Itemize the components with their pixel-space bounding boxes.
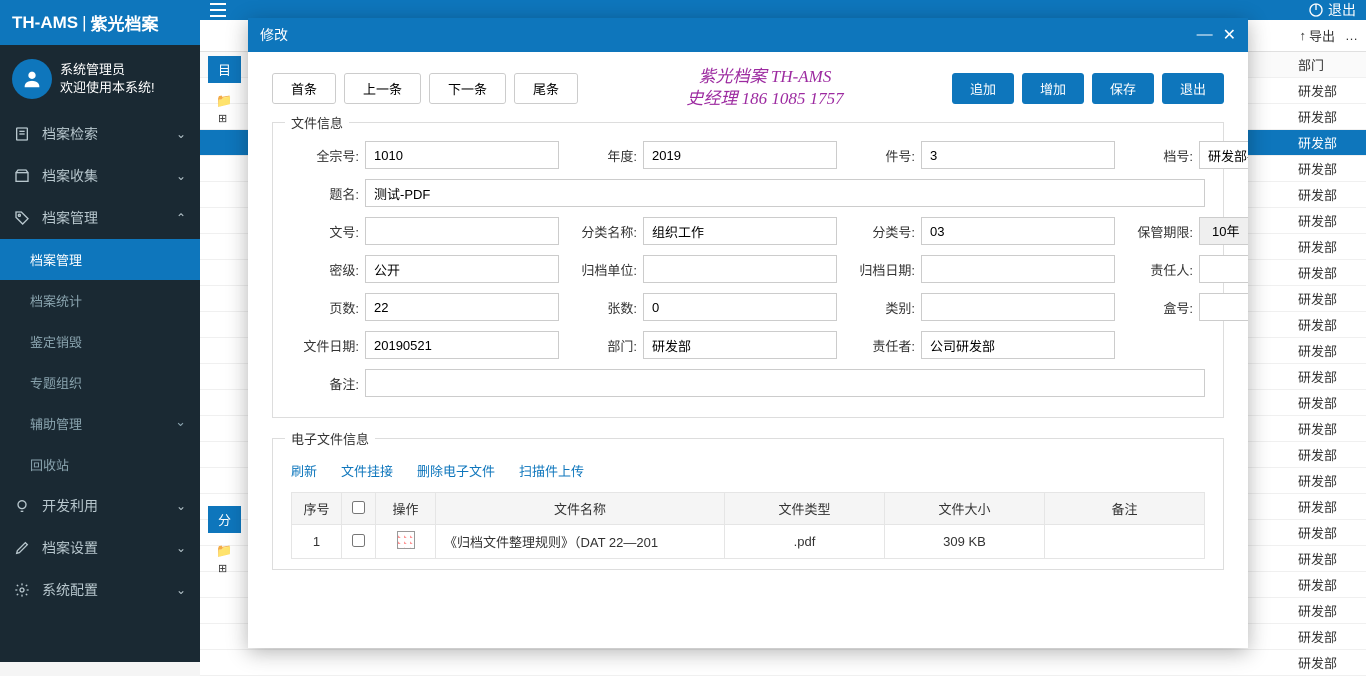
export-button[interactable]: ↑ 导出	[1299, 26, 1335, 45]
bm-field[interactable]	[643, 331, 837, 359]
refresh-link[interactable]: 刷新	[291, 461, 317, 480]
bz-field[interactable]	[365, 369, 1205, 397]
tag-icon	[14, 210, 32, 226]
topbar-logout[interactable]: 退出	[1308, 0, 1356, 20]
flmc-field[interactable]	[643, 217, 837, 245]
modal-title: 修改	[260, 25, 1187, 45]
dh-field[interactable]	[1199, 141, 1248, 169]
table-row[interactable]: 研发部	[200, 650, 1366, 676]
avatar	[12, 59, 52, 99]
col-header-dept: 部门	[1298, 55, 1358, 74]
nav-tag[interactable]: 档案管理⌃	[0, 197, 200, 239]
nav-sub-item[interactable]: 辅助管理⌄	[0, 403, 200, 444]
nav-sub-item[interactable]: 档案管理	[0, 239, 200, 280]
chevron-down-icon: ⌄	[176, 499, 186, 513]
efile-table: 序号 操作 文件名称 文件类型 文件大小 备注 1 《归档文件整理规则》（DAT…	[291, 492, 1205, 559]
nav-sub-item[interactable]: 档案统计	[0, 280, 200, 321]
chevron-down-icon: ⌄	[176, 127, 186, 141]
nd-field[interactable]	[643, 141, 837, 169]
modal-header: 修改 — ✕	[248, 18, 1248, 52]
tree-folder[interactable]: 📁	[210, 90, 242, 112]
nav-sub-item[interactable]: 专题组织	[0, 362, 200, 403]
user-name: 系统管理员	[60, 61, 155, 79]
wjrq-field[interactable]	[365, 331, 559, 359]
nav-pencil[interactable]: 档案设置⌄	[0, 527, 200, 569]
flh-field[interactable]	[921, 217, 1115, 245]
chevron-down-icon: ⌄	[176, 169, 186, 183]
nav-sub-item[interactable]: 回收站	[0, 444, 200, 485]
chevron-down-icon: ⌄	[176, 583, 186, 597]
file-info-section: 文件信息 全宗号: 年度: 件号: 档号: 题名: 文号: 分类名称: 分类号:…	[272, 122, 1224, 418]
menu-toggle-icon[interactable]	[210, 3, 226, 17]
save-button[interactable]: 保存	[1092, 73, 1154, 104]
gddw-field[interactable]	[643, 255, 837, 283]
mj-field[interactable]	[365, 255, 559, 283]
file-icon[interactable]	[397, 531, 415, 549]
first-record-button[interactable]: 首条	[272, 73, 336, 104]
logo-name: 紫光档案	[91, 10, 159, 35]
hh-field[interactable]	[1199, 293, 1248, 321]
delete-efile-link[interactable]: 删除电子文件	[417, 461, 495, 480]
nav-sub-item[interactable]: 鉴定销毁	[0, 321, 200, 362]
nav-bulb[interactable]: 开发利用⌄	[0, 485, 200, 527]
zrz-field[interactable]	[921, 331, 1115, 359]
gear-icon	[14, 582, 32, 598]
efile-section: 电子文件信息 刷新 文件挂接 删除电子文件 扫描件上传 序号 操作 文件名称 文…	[272, 438, 1224, 570]
ys-field[interactable]	[365, 293, 559, 321]
next-record-button[interactable]: 下一条	[429, 73, 506, 104]
user-block: 系统管理员 欢迎使用本系统!	[0, 45, 200, 113]
sidebar: TH-AMS | 紫光档案 系统管理员 欢迎使用本系统! 档案检索⌄档案收集⌄档…	[0, 0, 200, 662]
nav-gear[interactable]: 系统配置⌄	[0, 569, 200, 611]
more-button[interactable]: …	[1345, 28, 1358, 43]
exit-button[interactable]: 退出	[1162, 73, 1224, 104]
tab-group[interactable]: 分	[208, 506, 241, 533]
edit-modal: 修改 — ✕ 首条 上一条 下一条 尾条 紫光档案 TH-AMS 史经理 186…	[248, 18, 1248, 648]
tree-expand-icon-2[interactable]: ⊞	[218, 562, 227, 575]
minimize-icon[interactable]: —	[1197, 26, 1213, 44]
append-button[interactable]: 追加	[952, 73, 1014, 104]
last-record-button[interactable]: 尾条	[514, 73, 578, 104]
zs-field[interactable]	[643, 293, 837, 321]
chevron-up-icon: ⌃	[176, 211, 186, 225]
logo-sep: |	[82, 13, 86, 33]
section1-legend: 文件信息	[285, 113, 349, 132]
bulb-icon	[14, 498, 32, 514]
chevron-down-icon: ⌄	[176, 541, 186, 555]
qzh-field[interactable]	[365, 141, 559, 169]
zrr-field[interactable]	[1199, 255, 1248, 283]
wh-field[interactable]	[365, 217, 559, 245]
gdrq-field[interactable]	[921, 255, 1115, 283]
jh-field[interactable]	[921, 141, 1115, 169]
user-welcome: 欢迎使用本系统!	[60, 79, 155, 97]
section2-legend: 电子文件信息	[285, 429, 375, 448]
select-all-checkbox[interactable]	[352, 501, 365, 514]
bgqx-field[interactable]: 10年	[1199, 217, 1248, 245]
topbar: 退出	[200, 0, 1366, 20]
scan-upload-link[interactable]: 扫描件上传	[519, 461, 584, 480]
tree-expand-icon[interactable]: ⊞	[218, 112, 227, 125]
nav-file-search[interactable]: 档案检索⌄	[0, 113, 200, 155]
prev-record-button[interactable]: 上一条	[344, 73, 421, 104]
efile-row[interactable]: 1 《归档文件整理规则》（DAT 22—201 .pdf 309 KB	[292, 525, 1205, 559]
box-icon	[14, 168, 32, 184]
lb-field[interactable]	[921, 293, 1115, 321]
add-button[interactable]: 增加	[1022, 73, 1084, 104]
nav-box[interactable]: 档案收集⌄	[0, 155, 200, 197]
file-search-icon	[14, 126, 32, 142]
logo-brand: TH-AMS	[12, 13, 78, 33]
pencil-icon	[14, 540, 32, 556]
row-checkbox[interactable]	[352, 534, 365, 547]
attach-link[interactable]: 文件挂接	[341, 461, 393, 480]
brand-text: 紫光档案 TH-AMS 史经理 186 1085 1757	[586, 66, 944, 110]
tree-folder-2[interactable]: 📁	[210, 540, 242, 562]
tm-field[interactable]	[365, 179, 1205, 207]
tab-catalog[interactable]: 目	[208, 56, 241, 83]
logo: TH-AMS | 紫光档案	[0, 0, 200, 45]
close-icon[interactable]: ✕	[1223, 25, 1236, 45]
